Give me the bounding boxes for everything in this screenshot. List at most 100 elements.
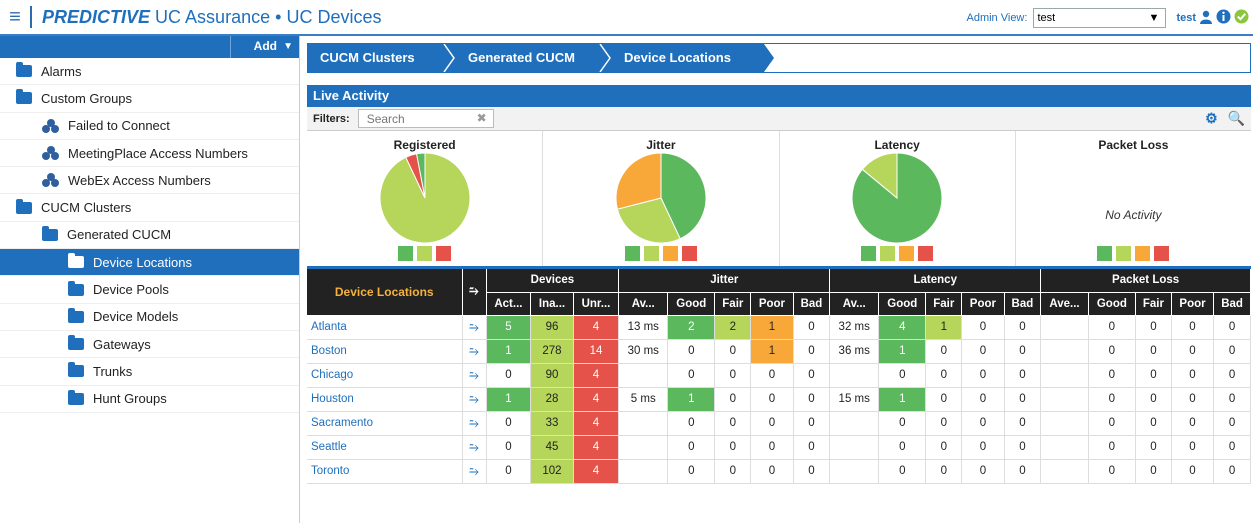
user-icon[interactable]	[1199, 10, 1213, 27]
sidebar-item[interactable]: Device Models	[0, 304, 299, 331]
table-cell: 0	[1088, 339, 1137, 364]
settings-icon[interactable]: ⚙	[1205, 110, 1218, 126]
table-row[interactable]: Atlanta ⥲ 5 96 4 13 ms 2 2 1 0 32 ms 4 1 0 0 0 0 0 0	[307, 315, 1251, 340]
legend-swatch[interactable]	[1097, 246, 1113, 261]
sidebar-item[interactable]: CUCM Clusters	[0, 194, 299, 222]
location-link[interactable]: Seattle	[307, 435, 463, 460]
table-cell: 0	[750, 363, 794, 388]
table-cell: 1	[486, 387, 532, 412]
location-link[interactable]: Sacramento	[307, 411, 463, 436]
sidebar-item[interactable]: Trunks	[0, 358, 299, 386]
user-name[interactable]: test	[1176, 12, 1196, 24]
table-row[interactable]: Boston ⥲ 1 278 14 30 ms 0 0 1 0 36 ms 1 0 0 0 0 0 0 0	[307, 339, 1251, 364]
column-header[interactable]: Poor	[961, 292, 1005, 316]
column-header[interactable]: Poor	[1171, 292, 1215, 316]
chevron-down-icon[interactable]: ▼	[283, 41, 293, 52]
table-row[interactable]: Sacramento ⥲ 0 33 4 0 0 0 0 0 0 0 0 0 0 0 0	[307, 411, 1251, 436]
sidebar-item[interactable]: WebEx Access Numbers	[0, 167, 299, 195]
column-header-device-locations[interactable]: Device Locations	[307, 269, 463, 316]
sidebar-item[interactable]: Custom Groups	[0, 85, 299, 113]
legend-swatch[interactable]	[918, 246, 934, 261]
location-link[interactable]: Boston	[307, 339, 463, 364]
column-header[interactable]: Good	[878, 292, 927, 316]
legend-swatch[interactable]	[643, 246, 659, 261]
menu-icon[interactable]: ≡	[0, 0, 30, 35]
sidebar-item[interactable]: Generated CUCM	[0, 222, 299, 250]
table-row[interactable]: Chicago ⥲ 0 90 4 0 0 0 0 0 0 0 0 0 0 0 0	[307, 363, 1251, 388]
sidebar-item[interactable]: Hunt Groups	[0, 386, 299, 413]
legend-swatch[interactable]	[1116, 246, 1132, 261]
table-cell	[618, 363, 669, 388]
legend-swatch[interactable]	[681, 246, 697, 261]
search-list-icon[interactable]: 🔍	[1228, 110, 1245, 126]
search-input[interactable]: Search ✖	[357, 109, 494, 128]
column-header[interactable]: Fair	[1135, 292, 1172, 316]
column-header[interactable]: Act...	[486, 292, 532, 316]
sidebar-item[interactable]: Gateways	[0, 331, 299, 359]
column-header[interactable]: Bad	[793, 292, 831, 316]
column-header[interactable]: Unr...	[573, 292, 620, 316]
legend-swatch[interactable]	[417, 246, 433, 261]
legend-swatch[interactable]	[899, 246, 915, 261]
table-cell: 4	[573, 315, 620, 340]
sidebar-item[interactable]: Alarms	[0, 58, 299, 86]
sidebar-item[interactable]: Failed to Connect	[0, 113, 299, 140]
legend-swatch[interactable]	[662, 246, 678, 261]
legend-swatch[interactable]	[1135, 246, 1151, 261]
legend-swatch[interactable]	[880, 246, 896, 261]
table-row[interactable]: Seattle ⥲ 0 45 4 0 0 0 0 0 0 0 0 0 0 0 0	[307, 435, 1251, 460]
column-header[interactable]: Bad	[1004, 292, 1042, 316]
location-link[interactable]: Toronto	[307, 459, 463, 484]
legend-swatch[interactable]	[398, 246, 414, 261]
check-icon[interactable]	[1234, 9, 1249, 27]
filters-bar: Filters: Search ✖ ⚙ 🔍	[307, 107, 1251, 131]
breadcrumb-item[interactable]: Generated CUCM	[456, 44, 575, 72]
column-header[interactable]: Good	[1088, 292, 1137, 316]
table-cell: 15 ms	[829, 387, 880, 412]
column-header[interactable]: Av...	[829, 292, 880, 316]
column-header[interactable]: Bad	[1213, 292, 1251, 316]
topology-icon[interactable]: ⥲	[462, 315, 487, 340]
table-cell	[829, 435, 880, 460]
breadcrumb-item[interactable]: Device Locations	[612, 44, 731, 72]
sidebar-item[interactable]: MeetingPlace Access Numbers	[0, 140, 299, 168]
sidebar-item-label: Generated CUCM	[67, 227, 172, 243]
breadcrumb-item[interactable]: CUCM Clusters	[308, 44, 415, 72]
location-link[interactable]: Houston	[307, 387, 463, 412]
topology-icon[interactable]: ⥲	[462, 363, 487, 388]
column-header[interactable]: Poor	[750, 292, 794, 316]
table-cell: 33	[530, 411, 574, 436]
legend-swatch[interactable]	[624, 246, 640, 261]
legend-swatch[interactable]	[1154, 246, 1170, 261]
sidebar-item[interactable]: Device Pools	[0, 276, 299, 304]
group-header: Jitter	[618, 269, 831, 293]
topology-icon[interactable]: ⥲	[462, 459, 487, 484]
column-header[interactable]: Fair	[714, 292, 752, 316]
sidebar-item-label: WebEx Access Numbers	[68, 172, 211, 188]
table-cell: 0	[793, 363, 831, 388]
topology-icon[interactable]: ⥲	[462, 387, 487, 412]
brand-name: PREDICTIVE	[42, 6, 151, 27]
table-cell	[829, 411, 880, 436]
column-header[interactable]: Good	[667, 292, 716, 316]
chart-legend	[307, 246, 542, 261]
add-button[interactable]: Add	[254, 39, 277, 53]
info-icon[interactable]	[1216, 9, 1231, 27]
table-row[interactable]: Houston ⥲ 1 28 4 5 ms 1 0 0 0 15 ms 1 0 0 0 0 0 0 0	[307, 387, 1251, 412]
clear-icon[interactable]: ✖	[477, 111, 487, 125]
topology-icon[interactable]: ⥲	[462, 339, 487, 364]
column-header[interactable]: Ina...	[530, 292, 574, 316]
column-header[interactable]: Av...	[618, 292, 669, 316]
location-link[interactable]: Chicago	[307, 363, 463, 388]
column-header[interactable]: Ave...	[1040, 292, 1089, 316]
legend-swatch[interactable]	[861, 246, 877, 261]
legend-swatch[interactable]	[436, 246, 452, 261]
table-row[interactable]: Toronto ⥲ 0 102 4 0 0 0 0 0 0 0 0 0 0 0 0	[307, 459, 1251, 484]
sidebar-item[interactable]: Device Locations	[0, 249, 299, 277]
admin-view-select[interactable]: test ▼	[1033, 8, 1167, 28]
topology-icon[interactable]: ⥲	[462, 411, 487, 436]
column-header[interactable]: Fair	[925, 292, 963, 316]
table-cell: 0	[1171, 411, 1215, 436]
topology-icon[interactable]: ⥲	[462, 435, 487, 460]
location-link[interactable]: Atlanta	[307, 315, 463, 340]
